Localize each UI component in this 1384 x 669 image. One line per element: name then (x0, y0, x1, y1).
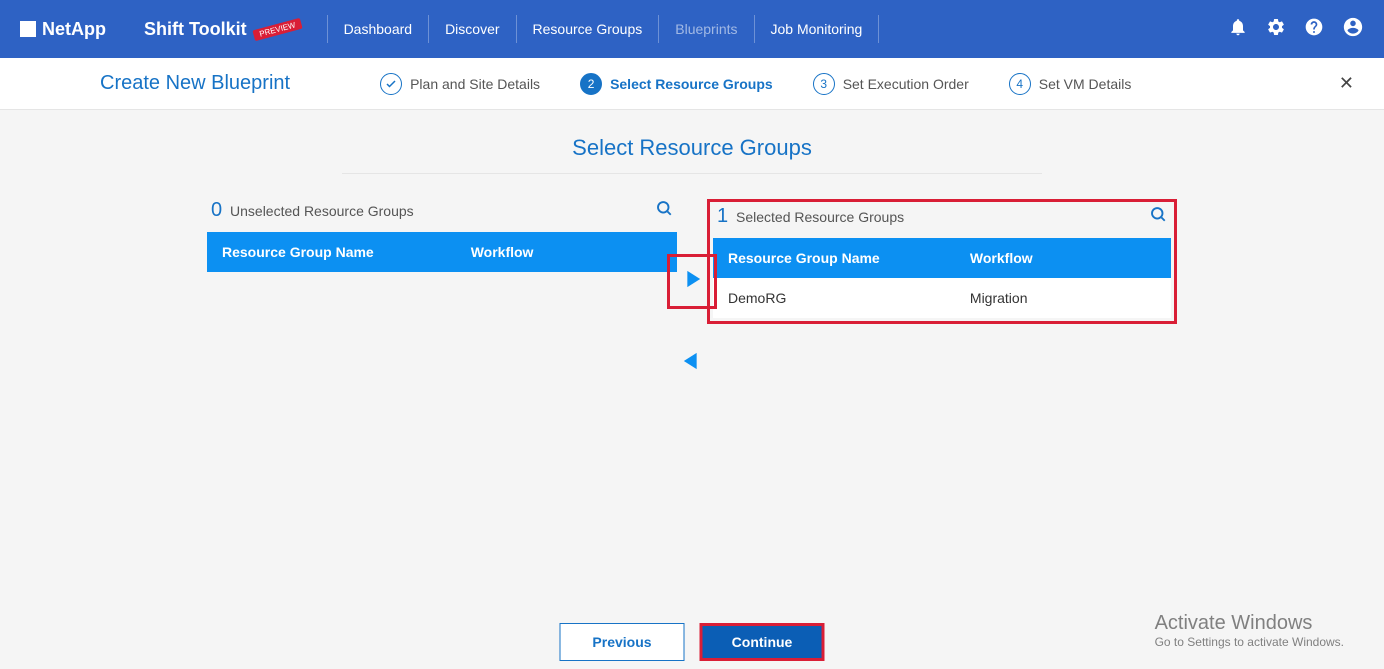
step-vm-label: Set VM Details (1039, 76, 1132, 92)
nav-job-monitoring[interactable]: Job Monitoring (754, 15, 880, 43)
unselected-column: 0 Unselected Resource Groups Resource Gr… (207, 199, 677, 272)
steps: Plan and Site Details 2 Select Resource … (380, 73, 1131, 95)
th-workflow: Workflow (471, 244, 662, 260)
transfer-buttons (667, 254, 717, 388)
previous-button[interactable]: Previous (560, 623, 685, 661)
brand-text: NetApp (42, 19, 106, 40)
selected-column: 1 Selected Resource Groups Resource Grou… (707, 199, 1177, 324)
nav-items: Dashboard Discover Resource Groups Bluep… (327, 15, 880, 43)
unselected-header: 0 Unselected Resource Groups (207, 199, 677, 222)
step-number-icon: 4 (1009, 73, 1031, 95)
close-icon[interactable]: ✕ (1339, 73, 1354, 94)
th-name: Resource Group Name (222, 244, 471, 260)
step-number-icon: 2 (580, 73, 602, 95)
table-row[interactable]: DemoRG Migration (713, 278, 1171, 318)
step-vm[interactable]: 4 Set VM Details (1009, 73, 1132, 95)
move-left-button[interactable] (670, 339, 714, 388)
stepper-bar: Create New Blueprint Plan and Site Detai… (0, 58, 1384, 110)
selected-table-header: Resource Group Name Workflow (713, 238, 1171, 278)
preview-badge: PREVIEW (252, 17, 302, 40)
search-icon[interactable] (1149, 205, 1167, 228)
netapp-logo-icon (20, 21, 36, 37)
move-right-button[interactable] (667, 254, 717, 309)
th-name: Resource Group Name (728, 250, 970, 266)
divider (342, 173, 1042, 174)
footer-buttons: Previous Continue (560, 623, 825, 661)
gear-icon[interactable] (1266, 17, 1286, 42)
top-icons (1228, 16, 1364, 43)
watermark-title: Activate Windows (1155, 612, 1344, 635)
selected-label: Selected Resource Groups (736, 209, 904, 225)
unselected-table-header: Resource Group Name Workflow (207, 232, 677, 272)
unselected-label: Unselected Resource Groups (230, 203, 414, 219)
columns: 0 Unselected Resource Groups Resource Gr… (0, 199, 1384, 324)
continue-button[interactable]: Continue (700, 623, 825, 661)
help-icon[interactable] (1304, 17, 1324, 42)
unselected-count: 0 (211, 199, 222, 221)
check-icon (380, 73, 402, 95)
selected-count: 1 (717, 205, 728, 227)
step-order[interactable]: 3 Set Execution Order (813, 73, 969, 95)
search-icon[interactable] (655, 199, 673, 222)
watermark-sub: Go to Settings to activate Windows. (1155, 635, 1344, 649)
step-select[interactable]: 2 Select Resource Groups (580, 73, 773, 95)
step-order-label: Set Execution Order (843, 76, 969, 92)
nav-dashboard[interactable]: Dashboard (327, 15, 429, 43)
nav-blueprints[interactable]: Blueprints (658, 15, 753, 43)
nav-discover[interactable]: Discover (428, 15, 515, 43)
page-title: Select Resource Groups (0, 135, 1384, 161)
main-content: Select Resource Groups 0 Unselected Reso… (0, 110, 1384, 404)
row-workflow: Migration (970, 290, 1156, 306)
selected-title: 1 Selected Resource Groups (717, 205, 904, 228)
product-area: Shift Toolkit PREVIEW (144, 19, 302, 40)
unselected-title: 0 Unselected Resource Groups (211, 199, 414, 222)
selected-header: 1 Selected Resource Groups (713, 205, 1171, 228)
step-plan-label: Plan and Site Details (410, 76, 540, 92)
windows-watermark: Activate Windows Go to Settings to activ… (1155, 612, 1344, 649)
th-workflow: Workflow (970, 250, 1156, 266)
product-name: Shift Toolkit (144, 19, 247, 40)
user-icon[interactable] (1342, 16, 1364, 43)
wizard-title: Create New Blueprint (100, 72, 290, 95)
step-plan[interactable]: Plan and Site Details (380, 73, 540, 95)
bell-icon[interactable] (1228, 17, 1248, 42)
top-nav: NetApp Shift Toolkit PREVIEW Dashboard D… (0, 0, 1384, 58)
step-select-label: Select Resource Groups (610, 76, 773, 92)
row-name: DemoRG (728, 290, 970, 306)
step-number-icon: 3 (813, 73, 835, 95)
brand-logo-area[interactable]: NetApp (20, 19, 106, 40)
nav-resource-groups[interactable]: Resource Groups (516, 15, 659, 43)
